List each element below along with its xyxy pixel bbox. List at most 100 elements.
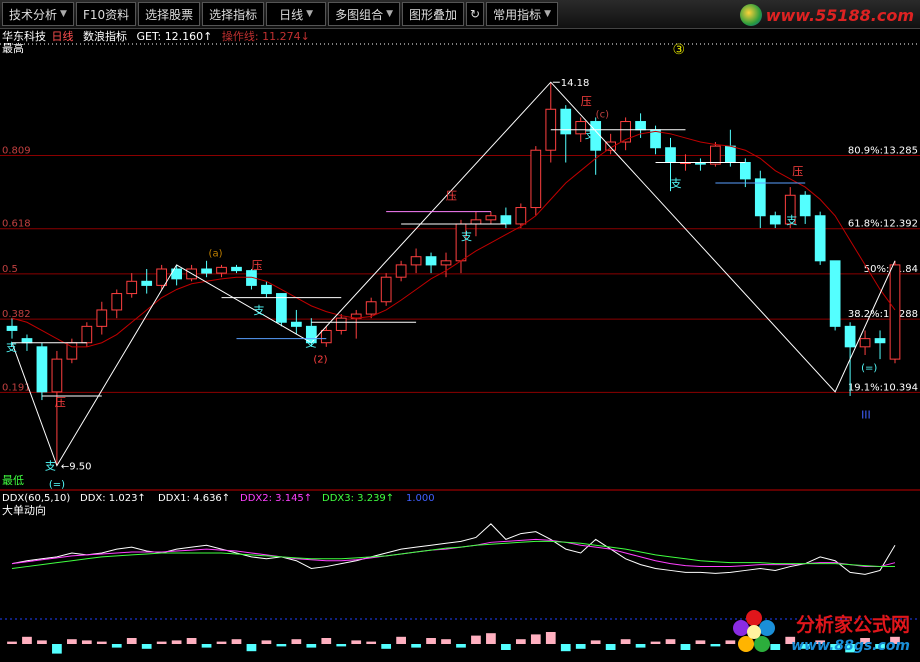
logo-icon	[739, 4, 762, 26]
ddx-bar-up	[96, 641, 107, 644]
ddx-bar-down	[501, 644, 511, 650]
chevron-down-icon: ▼	[306, 9, 314, 19]
wave-c-label: (c)	[596, 110, 609, 121]
chevron-down-icon: ▼	[544, 9, 552, 19]
ddx-bar-up	[530, 634, 541, 644]
candle-body	[874, 338, 886, 344]
ddx-bar-down	[246, 644, 257, 652]
candle-body	[96, 309, 108, 327]
watermark-title: 分析家公式网	[795, 614, 910, 636]
ddx3-value: DDX3: 3.239↑	[322, 493, 394, 504]
wave-label: (=)	[861, 363, 877, 374]
ddx-bar-down	[306, 644, 317, 648]
ddx1-value: DDX1: 4.636↑	[158, 493, 230, 504]
indicator-info-bar: 华东科技 日线 数浪指标 GET: 12.160↑ 操作线: 11.274↓	[2, 28, 316, 43]
candle-body	[530, 149, 542, 209]
ddx-bar-up	[22, 636, 32, 644]
candle-body	[635, 121, 646, 131]
ddx-bar-up	[441, 639, 451, 644]
pressure-label: 压	[446, 189, 457, 202]
candle-body	[81, 325, 93, 344]
ddx-bar-up	[7, 641, 17, 644]
ma-line	[11, 130, 896, 348]
ddx-bar-up	[486, 633, 496, 644]
ddx-bar-up	[321, 638, 332, 644]
candle-body	[395, 264, 407, 278]
candle-body	[261, 284, 272, 295]
ddx-bar-up	[650, 641, 661, 644]
candle-body	[799, 194, 811, 217]
candle-body	[500, 215, 512, 225]
candle-body	[725, 145, 736, 164]
low-label: 最低	[2, 474, 24, 487]
support-label: 支	[253, 304, 264, 317]
ddx4-value: 1.000	[406, 493, 435, 504]
ddx-value: DDX: 1.023↑	[80, 493, 146, 504]
fib-levels: 80.9%:13.28561.8%:12.39250%:11.8438.2%:1…	[848, 146, 918, 394]
chevron-down-icon: ▼	[60, 9, 67, 19]
candle-body	[665, 147, 676, 163]
ddx-bar-up	[695, 640, 706, 644]
candle-body	[710, 145, 721, 165]
pressure-label: 压	[792, 165, 803, 178]
candle-body	[814, 215, 826, 262]
ddx-white-line	[11, 523, 896, 575]
fib-price-label: 80.9%:13.285	[848, 146, 918, 157]
toolbar: 技术分析 ▼ F10资料 选择股票 选择指标 日线 ▼ 多图组合 ▼ 图形叠加 ↻ 常…	[0, 0, 920, 29]
ddx-params: DDX(60,5,10)	[2, 493, 70, 504]
candle-body	[620, 121, 631, 143]
candle-body	[320, 329, 332, 344]
candle-body	[126, 280, 138, 295]
candle-body	[739, 162, 751, 180]
candle-body	[365, 301, 377, 315]
ddx-bar-up	[171, 640, 182, 644]
ddx-bar-up	[67, 639, 77, 644]
ddx-bar-down	[52, 644, 62, 654]
fib-axis-label: 0.191	[2, 382, 31, 393]
multi-chart-button[interactable]: 多图组合 ▼	[328, 2, 401, 26]
f10-info-button[interactable]: F10资料	[75, 2, 137, 26]
candle-body	[21, 338, 33, 344]
ddx-bar-up	[81, 640, 92, 644]
fib-axis-label: 0.809	[2, 146, 31, 157]
peak-price-label: 14.18	[561, 78, 590, 89]
ddx-subtitle: 大单动向	[2, 503, 46, 517]
candle-body	[440, 260, 452, 266]
ddx-bar-up	[186, 638, 197, 644]
candle-body	[51, 358, 63, 393]
ddx-bar-up	[471, 635, 481, 644]
candle-body	[335, 317, 347, 331]
fib-price-label: 19.1%:10.394	[848, 382, 918, 393]
candle-body	[859, 338, 871, 348]
select-indicator-button[interactable]: 选择指标	[202, 2, 265, 26]
common-indicator-button[interactable]: 常用指标 ▼	[486, 2, 559, 26]
tech-analysis-button[interactable]: 技术分析 ▼	[2, 2, 74, 26]
select-stock-button[interactable]: 选择股票	[138, 2, 201, 26]
overlay-button[interactable]: 图形叠加	[402, 2, 465, 26]
candle-body	[515, 207, 527, 225]
candle-body	[216, 266, 227, 274]
wave-a-label: (a)	[209, 249, 223, 260]
wave-iii-label: III	[861, 408, 871, 421]
ddx-bar-down	[560, 644, 571, 652]
chevron-down-icon: ▼	[386, 9, 394, 19]
pressure-label: 压	[581, 95, 592, 108]
stock-chart[interactable]: 0.809 0.618 0.5 0.382 0.191 80.9%:13.285 61.8…	[0, 42, 920, 662]
candle-body	[36, 346, 48, 393]
pressure-label: 压	[55, 396, 66, 409]
refresh-icon: ↻	[470, 7, 481, 21]
ddx-bar-down	[336, 644, 347, 647]
period-daily-button[interactable]: 日线 ▼	[266, 2, 327, 26]
flower-logo-icon	[733, 610, 775, 652]
refresh-button[interactable]: ↻	[466, 2, 485, 26]
support-label: 支	[461, 230, 472, 243]
site-logo: www.55188.com	[739, 2, 914, 28]
candle-body	[111, 293, 123, 311]
ddx-bar-up	[620, 639, 631, 644]
candle-body	[829, 260, 841, 327]
ddx-bar-down	[381, 644, 392, 649]
ddx-bar-down	[575, 644, 586, 649]
candle-body	[889, 264, 901, 360]
ddx-header: DDX(60,5,10) DDX: 1.023↑ DDX1: 4.636↑ DD…	[2, 493, 435, 517]
logo-text: www.55188.com	[765, 5, 914, 25]
